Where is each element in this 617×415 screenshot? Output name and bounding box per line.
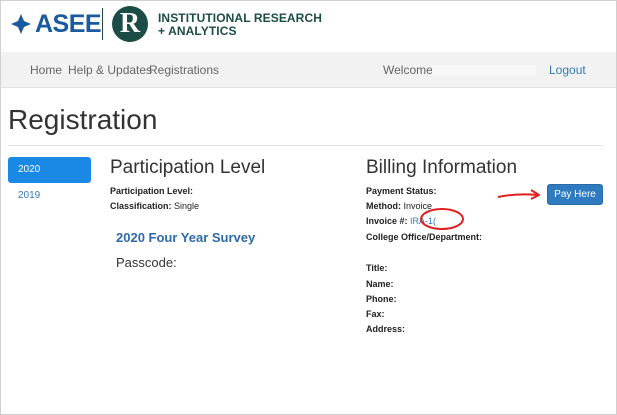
ira-logo-text: INSTITUTIONAL RESEARCH + ANALYTICS bbox=[158, 12, 322, 38]
annotation-arrow bbox=[497, 189, 540, 200]
classification-label: Classification: bbox=[110, 201, 172, 211]
method-label: Method: bbox=[366, 201, 401, 211]
participation-level-row: Participation Level: bbox=[110, 186, 193, 196]
nav-help-updates-link[interactable]: Help & Updates bbox=[68, 63, 152, 77]
passcode-label: Passcode: bbox=[116, 255, 177, 270]
logout-link[interactable]: Logout bbox=[549, 63, 586, 77]
method-row: Method: Invoice bbox=[366, 201, 432, 211]
contact-phone-label: Phone: bbox=[366, 294, 397, 304]
office-row: College Office/Department: bbox=[366, 232, 482, 242]
survey-title: 2020 Four Year Survey bbox=[116, 230, 256, 245]
invoice-link[interactable]: IRA-1( bbox=[410, 216, 436, 226]
office-department-label: College Office/Department: bbox=[366, 232, 483, 242]
ira-logo-line2: + ANALYTICS bbox=[158, 24, 237, 38]
logo-divider bbox=[102, 8, 103, 40]
payment-status-label: Payment Status: bbox=[366, 186, 437, 196]
top-navbar: Home Help & Updates Registrations Welcom… bbox=[0, 52, 617, 88]
nav-home-link[interactable]: Home bbox=[30, 63, 62, 77]
title-row: Title: bbox=[366, 263, 387, 273]
pay-here-button[interactable]: Pay Here bbox=[547, 184, 603, 205]
ira-r-logo: R bbox=[112, 6, 148, 42]
year-tab-2019[interactable]: 2019 bbox=[8, 183, 91, 209]
redacted-username bbox=[432, 65, 536, 75]
contact-title-label: Title: bbox=[366, 263, 388, 273]
classification-value: Single bbox=[174, 201, 200, 211]
phone-row: Phone: bbox=[366, 294, 397, 304]
page-title: Registration bbox=[8, 104, 158, 135]
asee-star-icon bbox=[11, 14, 31, 34]
nav-registrations-link[interactable]: Registrations bbox=[149, 63, 219, 77]
invoice-row: Invoice #: IRA-1( bbox=[366, 216, 436, 226]
welcome-text: Welcome bbox=[383, 63, 433, 77]
logo-bar: ASEE R INSTITUTIONAL RESEARCH + ANALYTIC… bbox=[0, 0, 617, 50]
payment-status-row: Payment Status: bbox=[366, 186, 437, 196]
asee-logo-text: ASEE bbox=[35, 9, 102, 38]
participation-level-label: Participation Level: bbox=[110, 186, 194, 196]
method-value: Invoice bbox=[403, 201, 433, 211]
fax-row: Fax: bbox=[366, 309, 385, 319]
address-row: Address: bbox=[366, 324, 405, 334]
contact-fax-label: Fax: bbox=[366, 309, 385, 319]
invoice-label: Invoice #: bbox=[366, 216, 408, 226]
participation-heading: Participation Level bbox=[110, 157, 266, 178]
contact-address-label: Address: bbox=[366, 324, 406, 334]
classification-row: Classification: Single bbox=[110, 201, 199, 211]
asee-logo[interactable]: ASEE bbox=[10, 7, 102, 41]
billing-heading: Billing Information bbox=[366, 157, 518, 178]
year-tab-2020[interactable]: 2020 bbox=[8, 157, 91, 183]
contact-name-label: Name: bbox=[366, 279, 394, 289]
title-divider bbox=[8, 145, 604, 146]
name-row: Name: bbox=[366, 279, 394, 289]
